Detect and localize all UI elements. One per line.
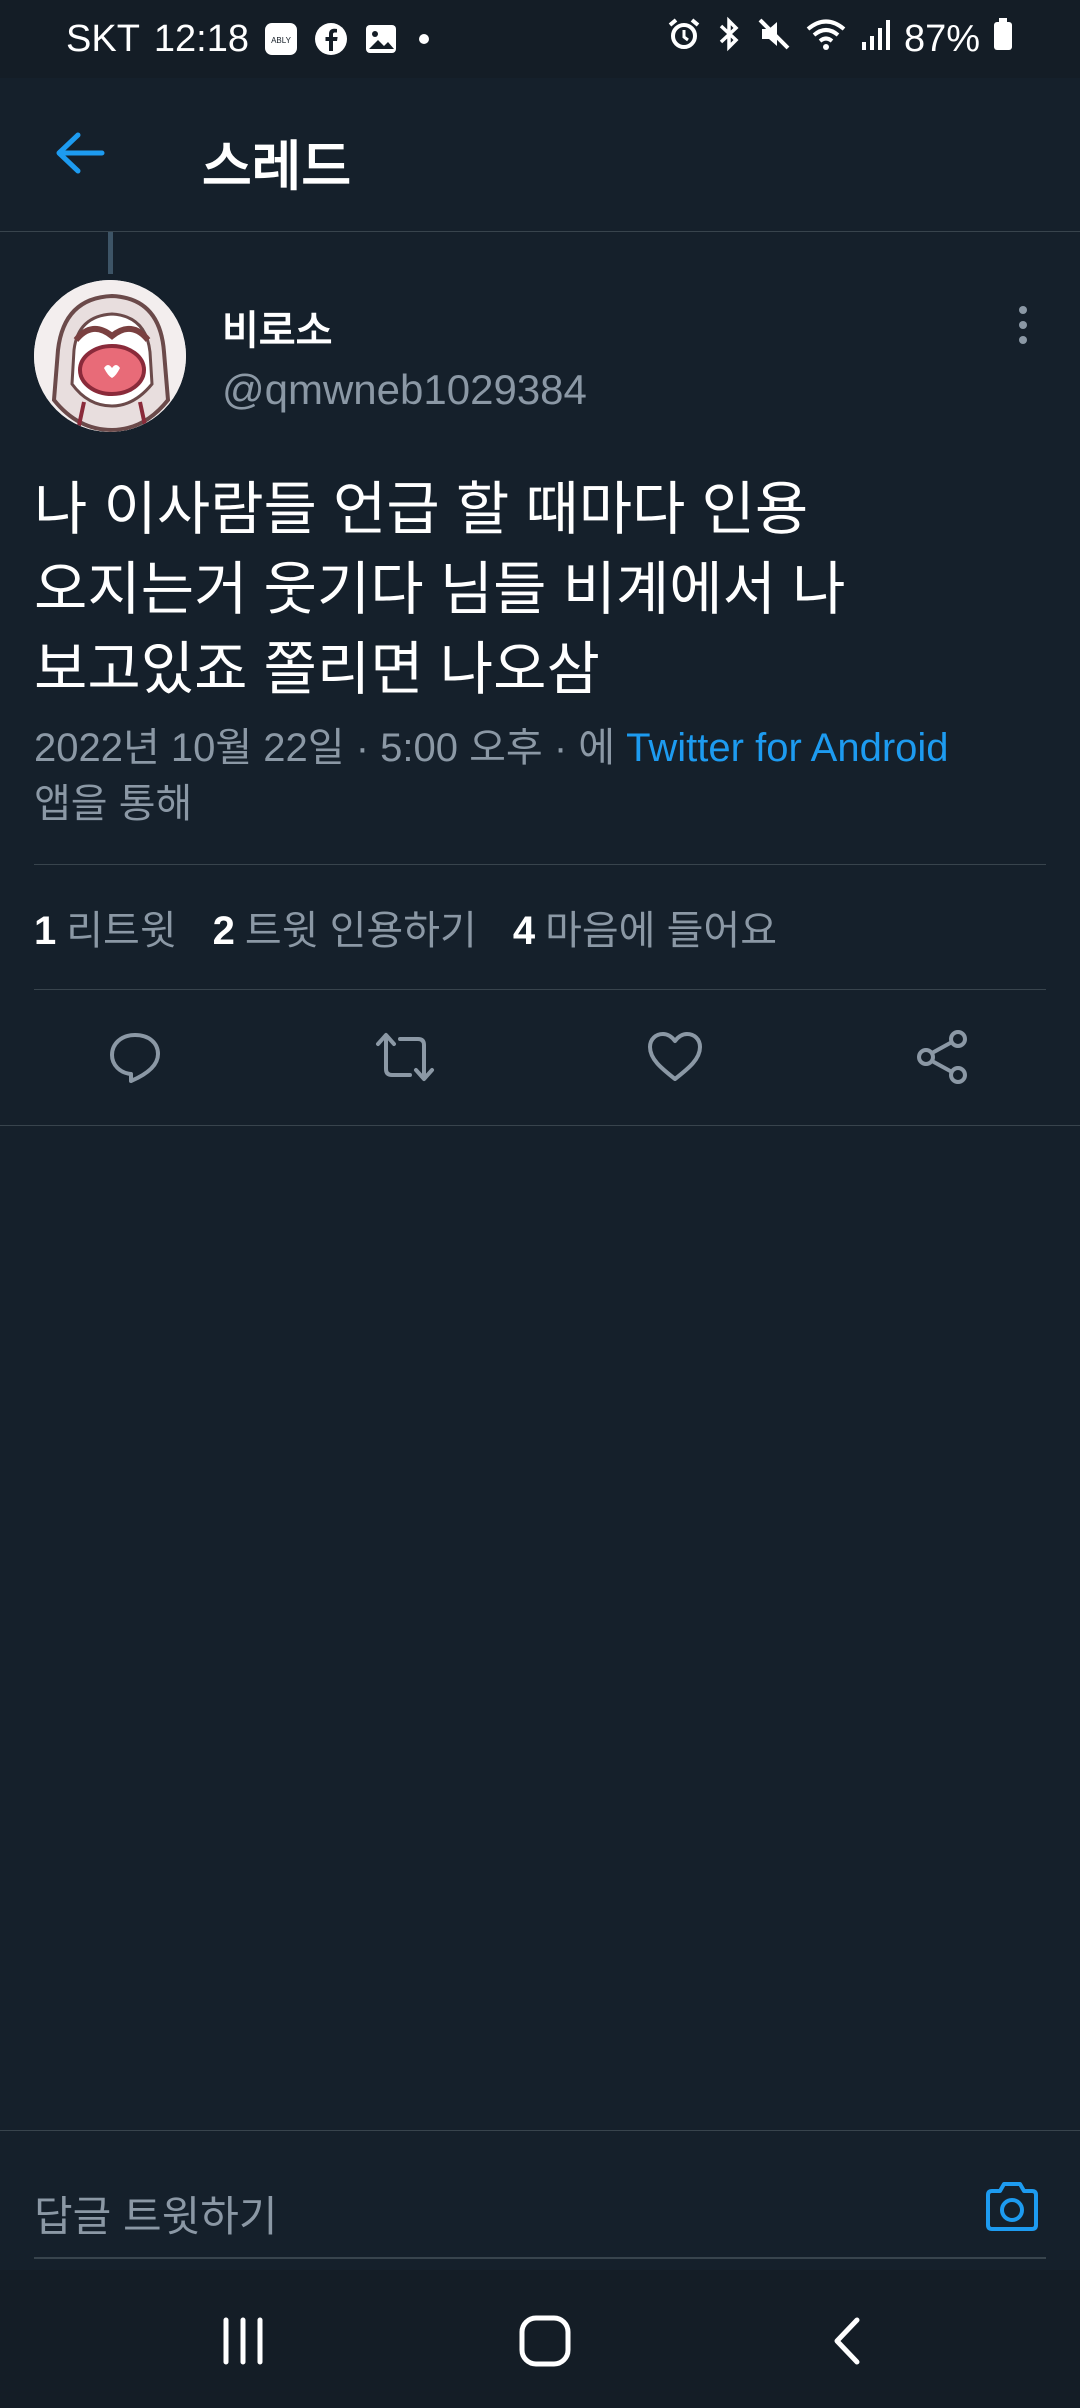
battery-icon (992, 16, 1014, 62)
thread-connector-line (108, 232, 113, 274)
gallery-icon (363, 21, 399, 57)
wifi-icon (804, 16, 848, 62)
share-button[interactable] (908, 1022, 978, 1092)
camera-icon (986, 2182, 1038, 2231)
camera-button[interactable] (980, 2175, 1044, 2239)
retweet-button[interactable] (370, 1022, 440, 1092)
page-title: 스레드 (202, 137, 352, 197)
retweets-label: 리트윗 (66, 909, 177, 953)
carrier-label: SKT (66, 17, 140, 60)
status-time: 12:18 (153, 17, 249, 60)
facebook-icon (313, 21, 349, 57)
tweet-text: 나 이사람들 언급 할 때마다 인용 오지는거 웃기다 님들 비계에서 나 보고… (34, 477, 846, 702)
quotes-label: 트윗 인용하기 (244, 909, 477, 953)
bluetooth-icon (714, 16, 744, 62)
status-bar: SKT 12:18 ABLY 87% (0, 0, 1080, 78)
quotes-count: 2 (212, 909, 235, 953)
alarm-icon (666, 16, 702, 62)
recent-apps-button[interactable] (208, 2306, 278, 2376)
back-nav-button[interactable] (812, 2306, 882, 2376)
tweet-meta: 2022년 10월 22일 · 5:00 오후 · 에 Twitter for … (34, 720, 1044, 832)
likes-label: 마음에 들어요 (545, 909, 777, 953)
mute-icon (756, 16, 792, 62)
tweet-source-link[interactable]: Twitter for Android (626, 726, 948, 770)
divider (34, 864, 1046, 865)
reply-composer: 답글 트윗하기 (0, 2130, 1080, 2270)
tweet-actions (0, 990, 1080, 1125)
chevron-left-icon (834, 2317, 860, 2365)
reply-input-underline (34, 2257, 1046, 2259)
more-dot-icon (1019, 336, 1027, 344)
home-button[interactable] (510, 2306, 580, 2376)
system-nav-bar (0, 2270, 1080, 2408)
retweets-stat[interactable]: 1 리트윗 (34, 898, 177, 956)
more-dot-icon (1019, 321, 1027, 329)
heart-icon (648, 1032, 702, 1081)
avatar[interactable] (34, 280, 186, 432)
retweets-count: 1 (34, 909, 57, 953)
battery-label: 87% (903, 17, 980, 60)
reply-icon (110, 1033, 160, 1083)
quotes-stat[interactable]: 2 트윗 인용하기 (213, 898, 477, 956)
reply-button[interactable] (100, 1022, 170, 1092)
likes-count: 4 (512, 909, 536, 953)
svg-text:ABLY: ABLY (271, 36, 292, 45)
notification-dot-icon (419, 34, 429, 44)
author-name[interactable]: 비로소 (222, 298, 332, 356)
reply-input[interactable]: 답글 트윗하기 (34, 2183, 278, 2244)
back-button[interactable] (50, 123, 110, 183)
tweet-meta-suffix: 앱을 통해 (34, 782, 193, 826)
arrow-left-icon (56, 132, 105, 174)
share-icon (917, 1030, 967, 1084)
more-options-button[interactable] (1008, 300, 1038, 350)
ably-icon: ABLY (263, 21, 299, 57)
divider (0, 1125, 1080, 1126)
like-button[interactable] (640, 1022, 710, 1092)
recent-apps-icon (223, 2317, 263, 2365)
tweet-stats: 1 리트윗 2 트윗 인용하기 4 마음에 들어요 (34, 898, 777, 956)
more-dot-icon (1019, 306, 1027, 314)
app-header: 스레드 (0, 78, 1080, 232)
home-icon (519, 2315, 571, 2367)
tweet-timestamp: 2022년 10월 22일 · 5:00 오후 · 에 (34, 726, 627, 770)
signal-icon (860, 16, 892, 62)
likes-stat[interactable]: 4 마음에 들어요 (513, 898, 777, 956)
retweet-icon (376, 1033, 434, 1081)
author-handle[interactable]: @qmwneb1029384 (222, 366, 587, 414)
